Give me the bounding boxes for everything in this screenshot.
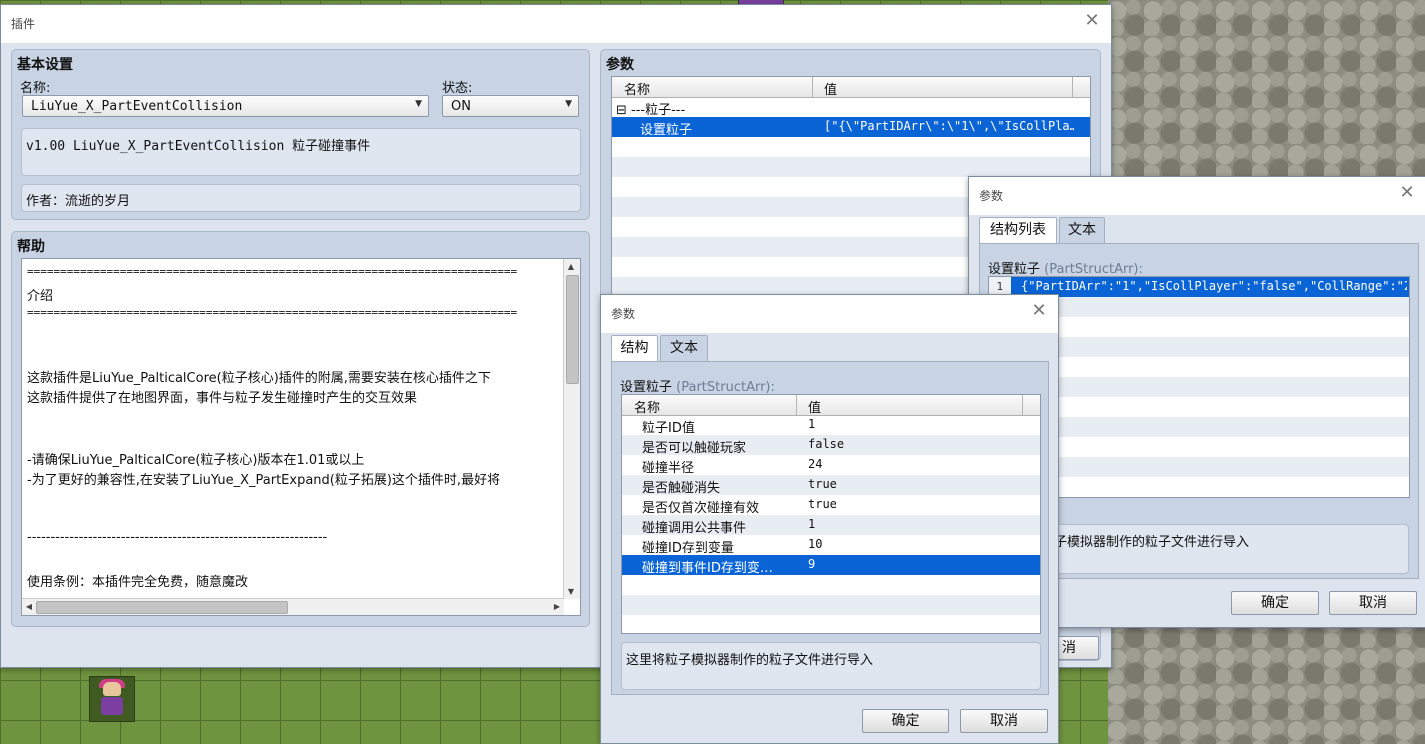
struct-field-value: 1 [808, 517, 816, 531]
col-value-header[interactable]: 值 [824, 79, 837, 98]
scroll-left-icon[interactable]: ◀ [22, 602, 36, 611]
struct-row[interactable]: 粒子ID值 1 [622, 415, 1040, 436]
close-icon[interactable]: ✕ [1396, 182, 1418, 204]
plugin-description: v1.00 LiuYue_X_PartEventCollision 粒子碰撞事件 [21, 128, 581, 176]
param-row [612, 137, 1090, 157]
struct-window: 参数 ✕ 结构 文本 设置粒子 (PartStructArr): 名称 值 粒子… [600, 294, 1059, 744]
struct-field-value: true [808, 497, 837, 511]
scrollbar-thumb[interactable] [36, 601, 288, 614]
help-line: -为了更好的兼容性,在安装了LiuYue_X_PartExpand(粒子拓展)这… [27, 473, 501, 488]
struct-list-window-title: 参数 [979, 189, 1004, 203]
struct-field-name: 碰撞调用公共事件 [642, 521, 747, 536]
scroll-up-icon[interactable]: ▲ [564, 262, 578, 271]
plugin-window-titlebar: 插件 ✕ [1, 5, 1111, 43]
struct-field-value: false [808, 437, 845, 451]
struct-field-value: 24 [808, 457, 823, 471]
character-sprite [89, 676, 135, 722]
cancel-button[interactable]: 取消 [1329, 591, 1417, 615]
scroll-right-icon[interactable]: ▶ [550, 602, 564, 611]
list-item-value: {"PartIDArr":"1","IsCollPlayer":"false",… [1021, 279, 1407, 293]
name-label: 名称: [20, 81, 51, 96]
struct-row[interactable]: 碰撞到事件ID存到变… 9 [622, 555, 1040, 576]
params-grid-header: 名称 值 [612, 77, 1090, 98]
col-value-header[interactable]: 值 [808, 397, 821, 416]
param-row[interactable]: ⊟ ---粒子--- [612, 97, 1090, 118]
param-value: ["{\"PartIDArr\":\"1\",\"IsCollPla… [824, 119, 1074, 133]
struct-row [622, 615, 1040, 633]
field-label: 设置粒子 (PartStructArr): [988, 262, 1143, 277]
struct-row[interactable]: 是否触碰消失 true [622, 475, 1040, 496]
struct-tab-body: 设置粒子 (PartStructArr): 名称 值 粒子ID值 1 是否可以触碰玩… [611, 361, 1049, 695]
basic-settings-panel: 基本设置 名称: 状态: LiuYue_X_PartEventCollision… [11, 49, 590, 220]
tab-text[interactable]: 文本 [1059, 217, 1105, 243]
help-line: 介绍 [27, 289, 54, 305]
help-text-area[interactable]: ========================================… [21, 258, 581, 616]
struct-field-name: 碰撞到事件ID存到变… [642, 561, 773, 576]
vertical-scrollbar[interactable]: ▲ ▼ [563, 259, 580, 599]
struct-field-value: 1 [808, 417, 816, 431]
help-text: 这里将粒子模拟器制作的粒子文件进行导入 [621, 642, 1041, 690]
close-icon[interactable]: ✕ [1081, 10, 1103, 32]
param-row[interactable]: 设置粒子 ["{\"PartIDArr\":\"1\",\"IsCollPla… [612, 117, 1090, 138]
struct-field-name: 是否仅首次碰撞有效 [642, 501, 760, 516]
struct-field-name: 是否触碰消失 [642, 481, 721, 496]
status-select[interactable]: ON ▼ [442, 95, 579, 117]
tab-struct[interactable]: 结构 [611, 335, 658, 361]
field-label: 设置粒子 (PartStructArr): [620, 380, 775, 395]
struct-row [622, 595, 1040, 615]
scrollbar-thumb[interactable] [566, 275, 579, 384]
params-title: 参数 [606, 57, 634, 73]
plugin-author: 作者：流逝的岁月 [21, 184, 581, 212]
tab-struct-list[interactable]: 结构列表 [979, 217, 1057, 243]
scroll-down-icon[interactable]: ▼ [564, 587, 578, 596]
cancel-button[interactable]: 取消 [960, 709, 1048, 733]
struct-field-name: 碰撞ID存到变量 [642, 541, 734, 556]
struct-row[interactable]: 碰撞调用公共事件 1 [622, 515, 1040, 536]
struct-row[interactable]: 碰撞半径 24 [622, 455, 1040, 476]
help-line: 使用条例：本插件完全免费，随意魔改 [27, 575, 249, 590]
struct-field-value: true [808, 477, 837, 491]
struct-row [622, 575, 1040, 595]
param-name: ⊟ ---粒子--- [616, 103, 686, 118]
chevron-down-icon: ▼ [415, 99, 422, 109]
struct-field-name: 粒子ID值 [642, 421, 695, 436]
struct-row[interactable]: 是否仅首次碰撞有效 true [622, 495, 1040, 516]
struct-row[interactable]: 是否可以触碰玩家 false [622, 435, 1040, 456]
horizontal-scrollbar[interactable]: ◀ ▶ [22, 598, 564, 615]
help-line: ========================================… [27, 265, 518, 278]
plugin-name-select[interactable]: LiuYue_X_PartEventCollision ▼ [22, 95, 429, 117]
struct-row[interactable]: 碰撞ID存到变量 10 [622, 535, 1040, 556]
close-icon[interactable]: ✕ [1028, 300, 1050, 322]
plugin-window-title: 插件 [11, 17, 36, 31]
help-line: -请确保LiuYue_PalticalCore(粒子核心)版本在1.01或以上 [27, 452, 365, 468]
status-value: ON [451, 99, 471, 114]
struct-list-window-titlebar: 参数 ✕ [969, 177, 1425, 215]
struct-field-name: 碰撞半径 [642, 461, 695, 476]
struct-field-name: 是否可以触碰玩家 [642, 441, 747, 456]
struct-field-value: 10 [808, 537, 823, 551]
plugin-name-value: LiuYue_X_PartEventCollision [31, 99, 243, 114]
struct-window-titlebar: 参数 ✕ [601, 295, 1058, 333]
param-name: 设置粒子 [640, 123, 693, 138]
col-name-header[interactable]: 名称 [634, 397, 660, 416]
struct-window-title: 参数 [611, 307, 636, 321]
basic-settings-title: 基本设置 [17, 57, 73, 73]
struct-grid-header: 名称 值 [622, 395, 1040, 416]
col-name-header[interactable]: 名称 [624, 79, 650, 98]
struct-grid[interactable]: 名称 值 粒子ID值 1 是否可以触碰玩家 false 碰撞半径 24 是否触碰消失 true… [621, 394, 1041, 634]
help-panel: 帮助 =====================================… [11, 231, 590, 627]
chevron-down-icon: ▼ [565, 99, 572, 109]
help-line: 这款插件是LiuYue_PalticalCore(粒子核心)插件的附属,需要安装… [27, 371, 491, 386]
tab-text[interactable]: 文本 [660, 335, 708, 361]
help-title: 帮助 [17, 239, 45, 255]
status-label: 状态: [442, 81, 473, 96]
ok-button[interactable]: 确定 [1231, 591, 1319, 615]
struct-field-value: 9 [808, 557, 816, 571]
help-line: 这款插件提供了在地图界面，事件与粒子发生碰撞时产生的交互效果 [27, 391, 418, 407]
param-row [612, 157, 1090, 177]
ok-button[interactable]: 确定 [862, 709, 949, 733]
help-line: ========================================… [27, 305, 518, 319]
help-line: ----------------------------------------… [27, 530, 328, 546]
